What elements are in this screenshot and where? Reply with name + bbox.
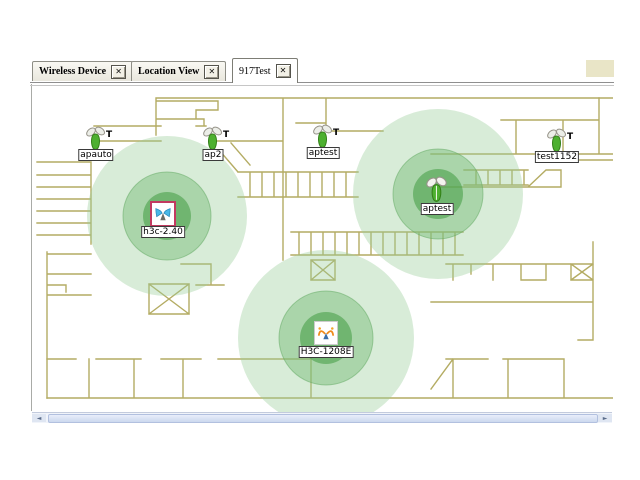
antenna-type-badge: T bbox=[333, 128, 339, 138]
tab-strip-divider bbox=[30, 82, 614, 83]
ap-device-h3c-2-40-selected[interactable]: h3c-2.40 bbox=[150, 201, 176, 227]
access-point-icon bbox=[311, 124, 335, 148]
ap-device-test1152[interactable]: T test1152 bbox=[545, 128, 569, 156]
tab-label: Wireless Device bbox=[39, 66, 106, 77]
alarm-antenna-icon bbox=[317, 324, 335, 342]
device-box bbox=[314, 321, 338, 345]
tab-close-icon[interactable]: ✕ bbox=[111, 65, 126, 79]
ap-device-ap2[interactable]: T ap2 bbox=[201, 126, 225, 154]
ap-label: aptest bbox=[421, 203, 454, 215]
selection-box bbox=[150, 201, 176, 227]
ap-label: ap2 bbox=[203, 149, 224, 161]
tab-close-icon[interactable]: ✕ bbox=[204, 65, 219, 79]
ap-label: h3c-2.40 bbox=[141, 226, 185, 238]
coverage-circles bbox=[87, 109, 523, 412]
antenna-type-badge: T bbox=[223, 130, 229, 140]
ap-device-h3c-1208e[interactable]: H3C-1208E bbox=[314, 321, 338, 345]
tab-bar: Wireless Device ✕ Location View ✕ 917Tes… bbox=[30, 57, 614, 84]
tab-close-icon[interactable]: ✕ bbox=[276, 64, 291, 78]
scrollbar-thumb[interactable] bbox=[48, 414, 598, 423]
ap-label: aptest bbox=[307, 147, 340, 159]
scroll-right-arrow-icon[interactable]: ► bbox=[598, 414, 612, 422]
tab-label: Location View bbox=[138, 66, 199, 77]
access-point-icon bbox=[424, 175, 450, 203]
ap-label: apauto bbox=[78, 149, 113, 161]
access-point-icon bbox=[84, 126, 108, 150]
ap-device-apauto[interactable]: T apauto bbox=[84, 126, 108, 154]
tab-917test[interactable]: 917Test ✕ bbox=[232, 58, 298, 83]
antenna-icon bbox=[154, 205, 172, 223]
antenna-type-badge: T bbox=[106, 130, 112, 140]
tab-location-view[interactable]: Location View ✕ bbox=[131, 61, 226, 81]
tab-wireless-device[interactable]: Wireless Device ✕ bbox=[32, 61, 133, 81]
ap-label: test1152 bbox=[535, 151, 579, 163]
access-point-icon bbox=[201, 126, 225, 150]
antenna-type-badge: T bbox=[567, 132, 573, 142]
tab-label: 917Test bbox=[239, 66, 271, 77]
tab-strip-divider-light bbox=[30, 85, 614, 86]
scroll-left-arrow-icon[interactable]: ◄ bbox=[32, 414, 46, 422]
tab-strip-corner bbox=[586, 60, 614, 77]
location-map-view[interactable]: T apauto T ap2 T aptest T test1152 bbox=[31, 84, 613, 411]
access-point-icon bbox=[545, 128, 569, 152]
ap-device-aptest-center[interactable]: aptest bbox=[424, 175, 450, 207]
ap-label: H3C-1208E bbox=[299, 346, 354, 358]
ap-device-aptest-top[interactable]: T aptest bbox=[311, 124, 335, 152]
horizontal-scrollbar[interactable]: ◄ ► bbox=[32, 412, 612, 423]
